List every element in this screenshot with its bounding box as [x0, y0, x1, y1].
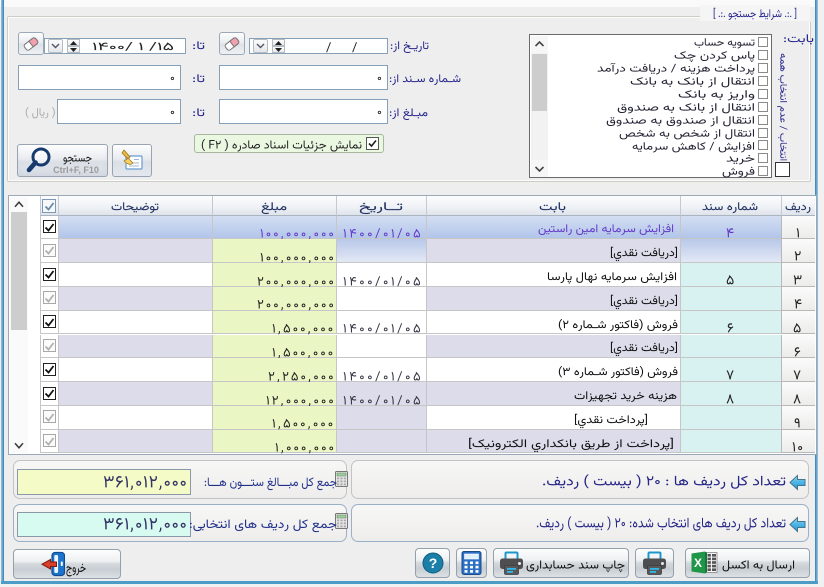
svg-text:?: ? [429, 555, 438, 571]
svg-text:X: X [694, 556, 702, 570]
